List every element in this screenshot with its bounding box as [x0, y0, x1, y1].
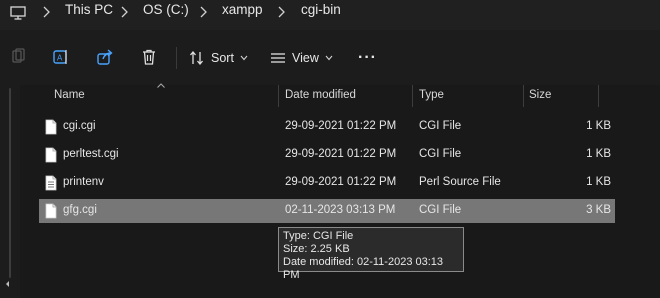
breadcrumb-os-c[interactable]: OS (C:): [143, 2, 189, 17]
file-info-tooltip: Type: CGI File Size: 2.25 KB Date modifi…: [278, 227, 464, 281]
file-size: 1 KB: [586, 120, 611, 132]
text-file-icon: [45, 175, 57, 191]
file-type: CGI File: [419, 204, 462, 216]
column-size[interactable]: Size: [529, 89, 551, 101]
column-header: Name Date modified Type Size: [20, 85, 660, 107]
file-name: printenv: [63, 176, 104, 188]
nav-pane-scrollbar[interactable]: [9, 88, 11, 278]
file-row-selected[interactable]: gfg.cgi 02-11-2023 03:13 PM CGI File 3 K…: [39, 199, 615, 223]
file-date: 02-11-2023 03:13 PM: [285, 204, 396, 216]
file-date: 29-09-2021 01:22 PM: [285, 176, 397, 188]
toolbar-divider: [176, 47, 177, 69]
scroll-left-icon[interactable]: [4, 280, 12, 288]
file-name: gfg.cgi: [63, 204, 97, 216]
file-date: 29-09-2021 01:22 PM: [285, 120, 397, 132]
chevron-right-icon[interactable]: [118, 4, 130, 20]
file-icon: [45, 203, 57, 219]
column-separator[interactable]: [523, 85, 524, 107]
chevron-right-icon[interactable]: [275, 4, 287, 20]
breadcrumb-xampp[interactable]: xampp: [222, 2, 263, 17]
sort-button[interactable]: Sort: [189, 46, 248, 70]
breadcrumb-this-pc[interactable]: This PC: [65, 2, 113, 17]
file-type: Perl Source File: [419, 176, 501, 188]
share-icon[interactable]: [96, 48, 114, 66]
chevron-right-icon[interactable]: [40, 4, 52, 20]
rename-icon[interactable]: A: [52, 48, 70, 66]
column-separator[interactable]: [278, 85, 279, 107]
file-row[interactable]: cgi.cgi 29-09-2021 01:22 PM CGI File 1 K…: [39, 115, 615, 139]
column-type[interactable]: Type: [419, 89, 444, 101]
column-name[interactable]: Name: [54, 89, 85, 101]
view-button[interactable]: View: [270, 46, 333, 70]
file-row[interactable]: perltest.cgi 29-09-2021 01:22 PM CGI Fil…: [39, 143, 615, 167]
tooltip-date: Date modified: 02-11-2023 03:13 PM: [283, 256, 444, 281]
file-name: perltest.cgi: [63, 148, 119, 160]
file-icon: [45, 119, 57, 135]
tooltip-type: Type: CGI File: [283, 230, 354, 242]
column-separator[interactable]: [412, 85, 413, 107]
file-date: 29-09-2021 01:22 PM: [285, 148, 397, 160]
file-row[interactable]: printenv 29-09-2021 01:22 PM Perl Source…: [39, 171, 615, 195]
chevron-down-icon: [325, 55, 333, 61]
file-size: 1 KB: [586, 148, 611, 160]
file-icon: [45, 147, 57, 163]
delete-icon[interactable]: [140, 48, 158, 66]
more-icon: ···: [358, 49, 377, 66]
cut-icon[interactable]: [9, 48, 27, 66]
this-pc-icon[interactable]: [10, 6, 26, 20]
command-bar: A Sort View ···: [0, 30, 660, 85]
more-options-button[interactable]: ···: [358, 46, 377, 70]
tooltip-size: Size: 2.25 KB: [283, 243, 350, 255]
chevron-down-icon: [240, 55, 248, 61]
breadcrumb-cgi-bin[interactable]: cgi-bin: [301, 2, 341, 17]
file-size: 3 KB: [586, 204, 611, 216]
file-size: 1 KB: [586, 176, 611, 188]
file-type: CGI File: [419, 148, 462, 160]
sort-label: Sort: [211, 51, 234, 65]
view-icon: [271, 53, 285, 63]
address-bar[interactable]: This PC OS (C:) xampp cgi-bin: [0, 0, 660, 30]
chevron-right-icon[interactable]: [197, 4, 209, 20]
column-separator[interactable]: [598, 85, 599, 107]
file-name: cgi.cgi: [63, 120, 96, 132]
svg-text:A: A: [57, 54, 63, 63]
file-type: CGI File: [419, 120, 462, 132]
view-label: View: [292, 51, 319, 65]
column-date-modified[interactable]: Date modified: [285, 89, 356, 101]
sort-icon: [190, 50, 203, 66]
